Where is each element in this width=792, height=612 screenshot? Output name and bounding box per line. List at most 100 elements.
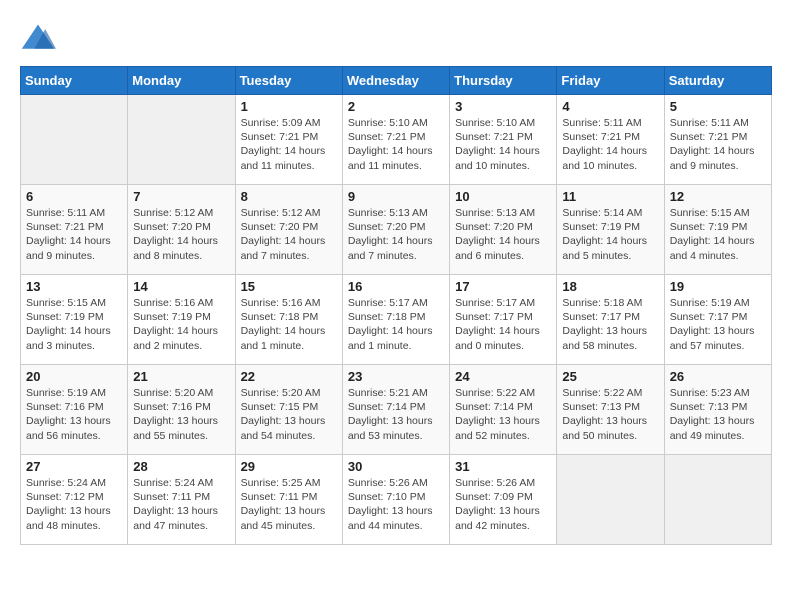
- header-day: Wednesday: [342, 67, 449, 95]
- calendar-week-row: 13 Sunrise: 5:15 AMSunset: 7:19 PMDayligh…: [21, 275, 772, 365]
- day-number: 2: [348, 99, 444, 114]
- day-number: 10: [455, 189, 551, 204]
- day-number: 31: [455, 459, 551, 474]
- day-number: 23: [348, 369, 444, 384]
- calendar-cell: 20Sunrise: 5:19 AMSunset: 7:16 PMDayligh…: [21, 365, 128, 455]
- day-number: 22: [241, 369, 337, 384]
- day-info: Sunrise: 5:17 AMSunset: 7:17 PMDaylight:…: [455, 296, 551, 353]
- calendar-week-row: 6Sunrise: 5:11 AMSunset: 7:21 PMDaylight…: [21, 185, 772, 275]
- calendar-cell: 3 Sunrise: 5:10 AMSunset: 7:21 PMDaylight…: [450, 95, 557, 185]
- calendar-cell: 17 Sunrise: 5:17 AMSunset: 7:17 PMDayligh…: [450, 275, 557, 365]
- calendar-table: SundayMondayTuesdayWednesdayThursdayFrid…: [20, 66, 772, 545]
- logo-icon: [20, 20, 56, 56]
- day-number: 12: [670, 189, 766, 204]
- logo: [20, 20, 60, 56]
- calendar-cell: 8Sunrise: 5:12 AMSunset: 7:20 PMDaylight…: [235, 185, 342, 275]
- calendar-cell: 19Sunrise: 5:19 AMSunset: 7:17 PMDayligh…: [664, 275, 771, 365]
- header-day: Thursday: [450, 67, 557, 95]
- page-header: [20, 20, 772, 56]
- day-number: 17: [455, 279, 551, 294]
- day-info: Sunrise: 5:16 AMSunset: 7:18 PMDaylight:…: [241, 296, 337, 353]
- day-info: Sunrise: 5:26 AMSunset: 7:10 PMDaylight:…: [348, 476, 444, 533]
- day-number: 27: [26, 459, 122, 474]
- day-info: Sunrise: 5:24 AMSunset: 7:12 PMDaylight:…: [26, 476, 122, 533]
- day-info: Sunrise: 5:15 AMSunset: 7:19 PMDaylight:…: [670, 206, 766, 263]
- day-number: 9: [348, 189, 444, 204]
- day-info: Sunrise: 5:20 AMSunset: 7:15 PMDaylight:…: [241, 386, 337, 443]
- day-info: Sunrise: 5:25 AMSunset: 7:11 PMDaylight:…: [241, 476, 337, 533]
- calendar-cell: 15 Sunrise: 5:16 AMSunset: 7:18 PMDayligh…: [235, 275, 342, 365]
- day-number: 4: [562, 99, 658, 114]
- day-number: 11: [562, 189, 658, 204]
- calendar-cell: 13 Sunrise: 5:15 AMSunset: 7:19 PMDayligh…: [21, 275, 128, 365]
- calendar-week-row: 1 Sunrise: 5:09 AMSunset: 7:21 PMDaylight…: [21, 95, 772, 185]
- calendar-cell: 14Sunrise: 5:16 AMSunset: 7:19 PMDayligh…: [128, 275, 235, 365]
- day-number: 8: [241, 189, 337, 204]
- day-number: 18: [562, 279, 658, 294]
- calendar-cell: 30 Sunrise: 5:26 AMSunset: 7:10 PMDayligh…: [342, 455, 449, 545]
- day-info: Sunrise: 5:22 AMSunset: 7:13 PMDaylight:…: [562, 386, 658, 443]
- day-info: Sunrise: 5:11 AMSunset: 7:21 PMDaylight:…: [670, 116, 766, 173]
- day-info: Sunrise: 5:14 AMSunset: 7:19 PMDaylight:…: [562, 206, 658, 263]
- day-info: Sunrise: 5:23 AMSunset: 7:13 PMDaylight:…: [670, 386, 766, 443]
- day-number: 26: [670, 369, 766, 384]
- calendar-cell: 22 Sunrise: 5:20 AMSunset: 7:15 PMDayligh…: [235, 365, 342, 455]
- calendar-cell: [664, 455, 771, 545]
- day-number: 21: [133, 369, 229, 384]
- header-row: SundayMondayTuesdayWednesdayThursdayFrid…: [21, 67, 772, 95]
- day-number: 25: [562, 369, 658, 384]
- calendar-cell: 29Sunrise: 5:25 AMSunset: 7:11 PMDayligh…: [235, 455, 342, 545]
- calendar-cell: 16 Sunrise: 5:17 AMSunset: 7:18 PMDayligh…: [342, 275, 449, 365]
- day-number: 13: [26, 279, 122, 294]
- day-info: Sunrise: 5:12 AMSunset: 7:20 PMDaylight:…: [133, 206, 229, 263]
- day-number: 7: [133, 189, 229, 204]
- calendar-week-row: 20Sunrise: 5:19 AMSunset: 7:16 PMDayligh…: [21, 365, 772, 455]
- calendar-cell: 26 Sunrise: 5:23 AMSunset: 7:13 PMDayligh…: [664, 365, 771, 455]
- calendar-cell: 12 Sunrise: 5:15 AMSunset: 7:19 PMDayligh…: [664, 185, 771, 275]
- calendar-cell: 11 Sunrise: 5:14 AMSunset: 7:19 PMDayligh…: [557, 185, 664, 275]
- day-number: 5: [670, 99, 766, 114]
- day-number: 20: [26, 369, 122, 384]
- day-info: Sunrise: 5:10 AMSunset: 7:21 PMDaylight:…: [455, 116, 551, 173]
- header-day: Tuesday: [235, 67, 342, 95]
- calendar-cell: 9 Sunrise: 5:13 AMSunset: 7:20 PMDaylight…: [342, 185, 449, 275]
- calendar-cell: 7 Sunrise: 5:12 AMSunset: 7:20 PMDaylight…: [128, 185, 235, 275]
- day-number: 24: [455, 369, 551, 384]
- day-info: Sunrise: 5:19 AMSunset: 7:17 PMDaylight:…: [670, 296, 766, 353]
- day-info: Sunrise: 5:13 AMSunset: 7:20 PMDaylight:…: [348, 206, 444, 263]
- day-info: Sunrise: 5:20 AMSunset: 7:16 PMDaylight:…: [133, 386, 229, 443]
- day-number: 16: [348, 279, 444, 294]
- calendar-cell: 27 Sunrise: 5:24 AMSunset: 7:12 PMDayligh…: [21, 455, 128, 545]
- day-info: Sunrise: 5:24 AMSunset: 7:11 PMDaylight:…: [133, 476, 229, 533]
- calendar-cell: 18 Sunrise: 5:18 AMSunset: 7:17 PMDayligh…: [557, 275, 664, 365]
- calendar-cell: 25 Sunrise: 5:22 AMSunset: 7:13 PMDayligh…: [557, 365, 664, 455]
- day-number: 15: [241, 279, 337, 294]
- calendar-cell: 24 Sunrise: 5:22 AMSunset: 7:14 PMDayligh…: [450, 365, 557, 455]
- calendar-cell: 28 Sunrise: 5:24 AMSunset: 7:11 PMDayligh…: [128, 455, 235, 545]
- calendar-cell: 23 Sunrise: 5:21 AMSunset: 7:14 PMDayligh…: [342, 365, 449, 455]
- day-info: Sunrise: 5:18 AMSunset: 7:17 PMDaylight:…: [562, 296, 658, 353]
- day-number: 1: [241, 99, 337, 114]
- calendar-cell: [128, 95, 235, 185]
- day-info: Sunrise: 5:17 AMSunset: 7:18 PMDaylight:…: [348, 296, 444, 353]
- day-info: Sunrise: 5:15 AMSunset: 7:19 PMDaylight:…: [26, 296, 122, 353]
- calendar-cell: 5 Sunrise: 5:11 AMSunset: 7:21 PMDaylight…: [664, 95, 771, 185]
- header-day: Friday: [557, 67, 664, 95]
- calendar-cell: [21, 95, 128, 185]
- day-info: Sunrise: 5:22 AMSunset: 7:14 PMDaylight:…: [455, 386, 551, 443]
- day-number: 28: [133, 459, 229, 474]
- day-info: Sunrise: 5:26 AMSunset: 7:09 PMDaylight:…: [455, 476, 551, 533]
- day-number: 6: [26, 189, 122, 204]
- day-info: Sunrise: 5:09 AMSunset: 7:21 PMDaylight:…: [241, 116, 337, 173]
- calendar-cell: 4 Sunrise: 5:11 AMSunset: 7:21 PMDaylight…: [557, 95, 664, 185]
- day-number: 3: [455, 99, 551, 114]
- day-info: Sunrise: 5:10 AMSunset: 7:21 PMDaylight:…: [348, 116, 444, 173]
- day-info: Sunrise: 5:21 AMSunset: 7:14 PMDaylight:…: [348, 386, 444, 443]
- header-day: Sunday: [21, 67, 128, 95]
- day-number: 30: [348, 459, 444, 474]
- calendar-cell: 1 Sunrise: 5:09 AMSunset: 7:21 PMDaylight…: [235, 95, 342, 185]
- calendar-cell: 2 Sunrise: 5:10 AMSunset: 7:21 PMDaylight…: [342, 95, 449, 185]
- day-info: Sunrise: 5:11 AMSunset: 7:21 PMDaylight:…: [562, 116, 658, 173]
- calendar-cell: 6Sunrise: 5:11 AMSunset: 7:21 PMDaylight…: [21, 185, 128, 275]
- header-day: Monday: [128, 67, 235, 95]
